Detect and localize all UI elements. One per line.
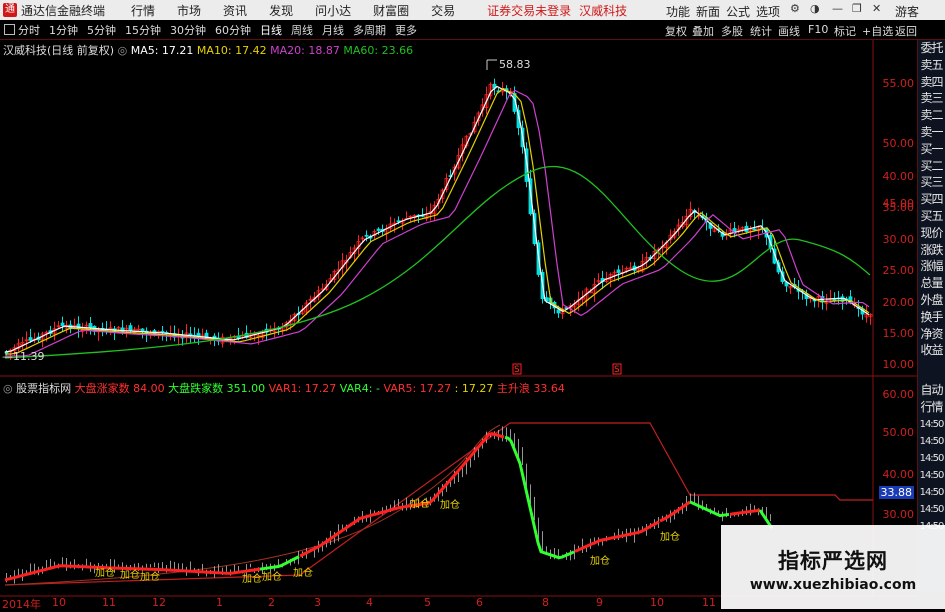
tick-item: 14:50: [919, 419, 945, 430]
wave-segment: [299, 432, 505, 558]
sidebar-item[interactable]: 委托: [918, 40, 945, 57]
date-tick: 11: [702, 596, 716, 609]
wave-segment: [689, 500, 730, 518]
sidebar-item[interactable]: 卖二: [918, 107, 945, 124]
date-tick: 11: [102, 596, 116, 609]
main-axis-tick: 10.00: [882, 358, 915, 371]
main-axis-tick: 50.00: [882, 137, 915, 150]
date-tick: 2: [268, 596, 275, 609]
candle-body: [364, 234, 369, 237]
date-tick: 5: [424, 596, 431, 609]
candle-body: [752, 228, 757, 231]
main-axis-tick: 15.00: [882, 327, 915, 340]
quote-sidebar: 委托 卖五 卖四 卖三 卖二 卖一 买一 买二 买三 买四 买五 现价 涨跌 涨…: [917, 40, 945, 390]
sidebar-item[interactable]: 外盘: [918, 292, 945, 309]
watermark-box: 指标严选网 www.xuezhibiao.com: [721, 525, 945, 609]
candle-body: [556, 309, 561, 314]
sub-axis-tick: 40.00: [882, 468, 915, 481]
date-tick: 10: [650, 596, 664, 609]
ma5-line: [4, 85, 870, 353]
ma10-line: [5, 87, 870, 355]
tick-item: 14:50: [919, 470, 945, 481]
watermark-url: www.xuezhibiao.com: [749, 577, 917, 593]
date-tick: 1: [216, 596, 223, 609]
date-tick: 9: [596, 596, 603, 609]
date-tick: 3: [314, 596, 321, 609]
sidebar-item[interactable]: 涨幅: [918, 258, 945, 275]
candle-body: [160, 330, 165, 333]
sidebar-item[interactable]: 净资: [918, 326, 945, 343]
date-tick: 12: [152, 596, 166, 609]
tick-item: 14:50: [919, 487, 945, 498]
tick-item[interactable]: 行情: [918, 399, 945, 416]
sidebar-item[interactable]: 卖四: [918, 74, 945, 91]
sidebar-item[interactable]: 总量: [918, 275, 945, 292]
main-price-axis: 55.00 50.00 45.00 40.00 35.00 30.00 25.0…: [873, 60, 918, 380]
date-tick: 10: [52, 596, 66, 609]
tick-item: 14:50: [919, 436, 945, 447]
sidebar-item[interactable]: 买三: [918, 174, 945, 191]
candle-body: [88, 323, 93, 329]
sidebar-item[interactable]: 买一: [918, 141, 945, 158]
candle-body: [376, 228, 381, 231]
date-tick: 6: [476, 596, 483, 609]
date-tick: 2014年: [2, 598, 41, 611]
low-price-label: —11.39: [2, 350, 45, 363]
main-axis-tick: 40.00: [882, 170, 915, 183]
wave-segment: [659, 500, 691, 523]
tick-item[interactable]: 自动: [918, 382, 945, 399]
sidebar-item[interactable]: 涨跌: [918, 242, 945, 259]
s-marker: S: [614, 365, 620, 375]
sidebar-item[interactable]: 现价: [918, 225, 945, 242]
candle-body: [60, 322, 65, 326]
sidebar-item[interactable]: 买五: [918, 208, 945, 225]
add-position-signal: 加仓: [242, 572, 262, 585]
wave-segment: [729, 508, 761, 516]
candle-body: [140, 328, 145, 332]
sidebar-item[interactable]: 卖五: [918, 57, 945, 74]
add-position-signal: 加仓: [590, 554, 610, 567]
main-axis-tick: 25.00: [882, 264, 915, 277]
sidebar-item[interactable]: 换手: [918, 309, 945, 326]
add-position-signal: 加仓: [660, 530, 680, 543]
date-tick: 8: [542, 596, 549, 609]
sidebar-item[interactable]: 卖一: [918, 124, 945, 141]
ma20-line: [5, 89, 870, 357]
main-axis-tick: 55.00: [882, 77, 915, 90]
add-position-signal: 加仓: [410, 497, 430, 510]
sub-axis-tick: 30.00: [882, 508, 915, 521]
main-axis-tick: 20.00: [882, 296, 915, 309]
add-position-signal: 加仓: [95, 566, 115, 579]
add-position-signal: 加仓: [262, 570, 282, 583]
sub-axis-highlight: 33.88: [878, 486, 914, 499]
tick-item: 14:50: [919, 453, 945, 464]
sub-axis-tick: 50.00: [882, 426, 915, 439]
sidebar-item[interactable]: 买四: [918, 191, 945, 208]
sidebar-item[interactable]: [918, 359, 945, 376]
sidebar-item[interactable]: 收益: [918, 342, 945, 359]
s-marker: S: [514, 365, 520, 375]
wave-segment: [504, 435, 575, 560]
date-tick: 4: [366, 596, 373, 609]
main-axis-tick: 30.00: [882, 233, 915, 246]
candle-body: [128, 325, 133, 331]
add-position-signal: 加仓: [293, 566, 313, 579]
watermark-title: 指标严选网: [778, 549, 888, 573]
sub-axis: 60.00 50.00 40.00 30.00 33.88: [873, 388, 918, 528]
high-price-label: 58.83: [499, 58, 531, 71]
candle-body: [196, 332, 201, 337]
candle-body: [28, 337, 33, 341]
candle-body: [616, 269, 621, 273]
add-position-signal: 加仓: [140, 570, 160, 583]
stock-chart[interactable]: 58.83—11.39S S加仓 加仓 加仓 加仓 加仓 加仓加仓 加仓加仓加仓: [0, 0, 945, 609]
sidebar-item[interactable]: 卖三: [918, 90, 945, 107]
sidebar-item[interactable]: 买二: [918, 158, 945, 175]
tick-item: 14:50: [919, 504, 945, 515]
sub-axis-tick: 60.00: [882, 388, 915, 401]
main-axis-tick: 35.00: [882, 201, 915, 214]
add-position-signal: 加仓: [440, 498, 460, 511]
add-position-signal: 加仓: [120, 568, 140, 581]
